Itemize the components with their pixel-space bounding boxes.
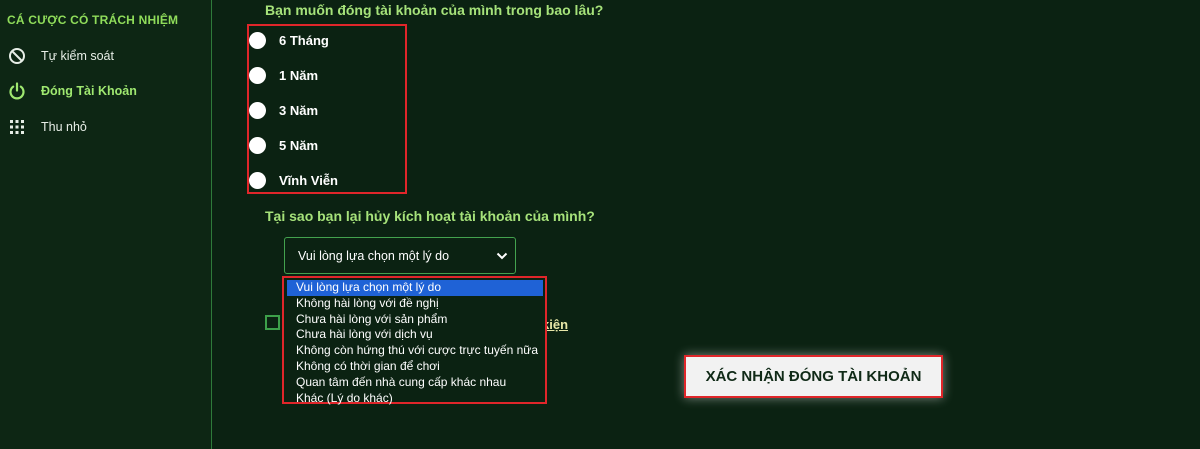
reason-option[interactable]: Vui lòng lựa chọn một lý do <box>287 280 543 296</box>
reason-dropdown-list: Vui lòng lựa chọn một lý do Không hài lò… <box>282 276 547 407</box>
radio-label: 6 Tháng <box>279 32 329 48</box>
radio-6-months[interactable]: 6 Tháng <box>249 29 329 51</box>
duration-question: Bạn muốn đóng tài khoản của mình trong b… <box>265 2 604 18</box>
reason-option[interactable]: Chưa hài lòng với dịch vụ <box>287 327 543 343</box>
radio-label: Vĩnh Viễn <box>279 172 338 188</box>
chevron-down-icon <box>496 252 508 260</box>
radio-circle[interactable] <box>249 66 266 84</box>
radio-circle[interactable] <box>249 31 266 49</box>
radio-label: 3 Năm <box>279 102 319 118</box>
sidebar-item-label: Tự kiểm soát <box>41 49 114 63</box>
terms-checkbox[interactable] <box>265 315 280 330</box>
radio-5-years[interactable]: 5 Năm <box>249 134 318 156</box>
radio-forever[interactable]: Vĩnh Viễn <box>249 169 338 191</box>
sidebar-title: CÁ CƯỢC CÓ TRÁCH NHIỆM <box>7 13 179 27</box>
reason-select-value: Vui lòng lựa chọn một lý do <box>298 248 450 263</box>
reason-option[interactable]: Khác (Lý do khác) <box>287 391 543 407</box>
confirm-close-account-button[interactable]: XÁC NHẬN ĐÓNG TÀI KHOẢN <box>684 355 943 398</box>
reason-option[interactable]: Không còn hứng thú với cược trực tuyến n… <box>287 343 543 359</box>
reason-option[interactable]: Quan tâm đến nhà cung cấp khác nhau <box>287 375 543 391</box>
radio-label: 5 Năm <box>279 137 319 153</box>
sidebar-item-close-account[interactable]: Đóng Tài Khoản <box>0 77 210 105</box>
grid-icon <box>10 120 24 134</box>
radio-circle[interactable] <box>249 171 266 189</box>
sidebar-item-label: Thu nhỏ <box>41 120 87 134</box>
sidebar: CÁ CƯỢC CÓ TRÁCH NHIỆM Tự kiểm soát Đóng… <box>0 0 212 449</box>
radio-circle[interactable] <box>249 101 266 119</box>
radio-circle[interactable] <box>249 136 266 154</box>
reason-option[interactable]: Không hài lòng với đề nghị <box>287 296 543 312</box>
ban-icon <box>9 48 25 64</box>
reason-option[interactable]: Không có thời gian để chơi <box>287 359 543 375</box>
power-icon <box>9 82 25 100</box>
sidebar-item-label: Đóng Tài Khoản <box>41 84 137 98</box>
main-content: Bạn muốn đóng tài khoản của mình trong b… <box>212 0 1200 449</box>
reason-question: Tại sao bạn lại hủy kích hoạt tài khoản … <box>265 208 595 224</box>
radio-3-years[interactable]: 3 Năm <box>249 99 318 121</box>
reason-option[interactable]: Chưa hài lòng với sản phẩm <box>287 312 543 328</box>
reason-select[interactable]: Vui lòng lựa chọn một lý do <box>284 237 516 274</box>
radio-1-year[interactable]: 1 Năm <box>249 64 318 86</box>
sidebar-item-minimize[interactable]: Thu nhỏ <box>0 113 210 141</box>
radio-label: 1 Năm <box>279 67 319 83</box>
sidebar-item-self-control[interactable]: Tự kiểm soát <box>0 42 210 70</box>
